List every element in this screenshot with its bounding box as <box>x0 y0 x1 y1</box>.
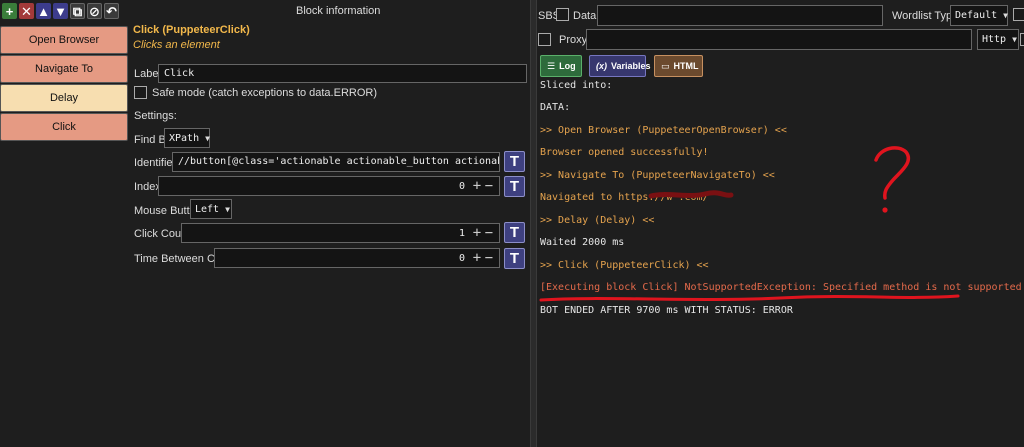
wordlist-checkbox[interactable] <box>1013 8 1024 21</box>
time-between-type-button[interactable]: T <box>504 248 525 269</box>
identifier-caption: Identifier <box>134 157 177 169</box>
mouse-button-select[interactable]: Left ▼ <box>190 199 232 219</box>
identifier-type-button[interactable]: T <box>504 151 525 172</box>
tab-log[interactable]: ☰ Log <box>540 55 582 77</box>
index-decrement[interactable]: − <box>483 178 495 194</box>
tab-html-label: HTML <box>673 61 699 71</box>
settings-heading: Settings: <box>134 110 177 122</box>
chevron-down-icon: ▼ <box>1012 35 1017 44</box>
tab-log-label: Log <box>559 61 576 71</box>
click-count-increment[interactable]: + <box>471 225 483 241</box>
find-by-value: XPath <box>169 132 200 144</box>
block-details: Click (PuppeteerClick) Clicks an element <box>133 24 528 51</box>
log-line: DATA: <box>540 102 571 113</box>
log-line: Sliced into: <box>540 80 613 91</box>
index-type-button[interactable]: T <box>504 176 525 197</box>
time-between-value: 0 <box>458 252 465 264</box>
sbs-checkbox[interactable] <box>556 8 569 21</box>
log-line: BOT ENDED AFTER 9700 ms WITH STATUS: ERR… <box>540 305 793 316</box>
tab-html[interactable]: ▭ HTML <box>654 55 703 77</box>
click-count-stepper[interactable]: 1 + − <box>181 223 500 243</box>
log-line: >> Click (PuppeteerClick) << <box>540 260 709 271</box>
block-title: Click (PuppeteerClick) <box>133 24 250 36</box>
click-count-decrement[interactable]: − <box>483 225 495 241</box>
time-between-stepper[interactable]: 0 + − <box>214 248 500 268</box>
undo-button[interactable]: ↶ <box>104 3 119 19</box>
disable-block-button[interactable]: ⊘ <box>87 3 102 19</box>
mouse-button-value: Left <box>195 203 220 215</box>
log-line: Navigated to https://w .com/ <box>540 192 709 203</box>
wordlist-type-select[interactable]: Default ▼ <box>950 5 1008 26</box>
block-delay[interactable]: Delay <box>0 84 128 112</box>
log-line: >> Open Browser (PuppeteerOpenBrowser) <… <box>540 125 787 136</box>
safe-mode-checkbox[interactable] <box>134 86 147 99</box>
click-count-value: 1 <box>458 227 465 239</box>
list-icon: ☰ <box>547 60 556 71</box>
block-info-title: Block information <box>296 5 381 17</box>
time-between-increment[interactable]: + <box>471 250 483 266</box>
data-input[interactable] <box>597 5 883 26</box>
wordlist-type-label: Wordlist Type <box>892 10 959 22</box>
chevron-down-icon: ▼ <box>1003 11 1008 20</box>
safe-mode-label: Safe mode (catch exceptions to data.ERRO… <box>152 87 377 99</box>
log-line: Waited 2000 ms <box>540 237 625 248</box>
data-label: Data <box>573 10 597 22</box>
move-down-button[interactable]: ▼ <box>53 3 68 19</box>
clone-block-button[interactable]: ⧉ <box>70 3 85 19</box>
identifier-input[interactable]: //button[@class='actionable actionable_b… <box>172 152 500 172</box>
index-increment[interactable]: + <box>471 178 483 194</box>
add-block-button[interactable]: + <box>2 3 17 19</box>
proxy-type-checkbox[interactable] <box>1020 33 1024 46</box>
pane-splitter[interactable] <box>530 0 537 447</box>
log-line: >> Delay (Delay) << <box>540 215 655 226</box>
block-click[interactable]: Click <box>0 113 128 141</box>
label-input[interactable]: Click <box>158 64 527 83</box>
index-value: 0 <box>458 180 465 192</box>
block-open-browser[interactable]: Open Browser <box>0 26 128 54</box>
remove-block-button[interactable]: ✕ <box>19 3 34 19</box>
chevron-down-icon: ▼ <box>205 133 210 143</box>
block-navigate-to[interactable]: Navigate To <box>0 55 128 83</box>
variable-icon: (x) <box>596 61 607 71</box>
move-up-button[interactable]: ▲ <box>36 3 51 19</box>
browser-window-icon: ▭ <box>661 60 670 71</box>
index-caption: Index <box>134 181 161 193</box>
find-by-select[interactable]: XPath ▼ <box>164 128 210 148</box>
block-description: Clicks an element <box>133 39 220 51</box>
chevron-down-icon: ▼ <box>225 204 230 214</box>
log-line: Browser opened successfully! <box>540 147 709 158</box>
proxy-checkbox[interactable] <box>538 33 551 46</box>
tab-variables-label: Variables <box>611 61 651 71</box>
tab-variables[interactable]: (x) Variables <box>589 55 651 77</box>
log-line-error: [Executing block Click] NotSupportedExce… <box>540 282 1024 293</box>
block-list: Open Browser Navigate To Delay Click <box>0 26 128 142</box>
time-between-decrement[interactable]: − <box>483 250 495 266</box>
proxy-input[interactable] <box>586 29 972 50</box>
log-line: >> Navigate To (PuppeteerNavigateTo) << <box>540 170 775 181</box>
index-stepper[interactable]: 0 + − <box>158 176 500 196</box>
click-count-type-button[interactable]: T <box>504 222 525 243</box>
proxy-label: Proxy <box>559 34 588 46</box>
wordlist-type-value: Default <box>955 10 998 21</box>
block-toolbar: + ✕ ▲ ▼ ⧉ ⊘ ↶ <box>0 0 131 22</box>
proxy-type-select[interactable]: Http ▼ <box>977 29 1019 50</box>
proxy-type-value: Http <box>982 34 1007 45</box>
